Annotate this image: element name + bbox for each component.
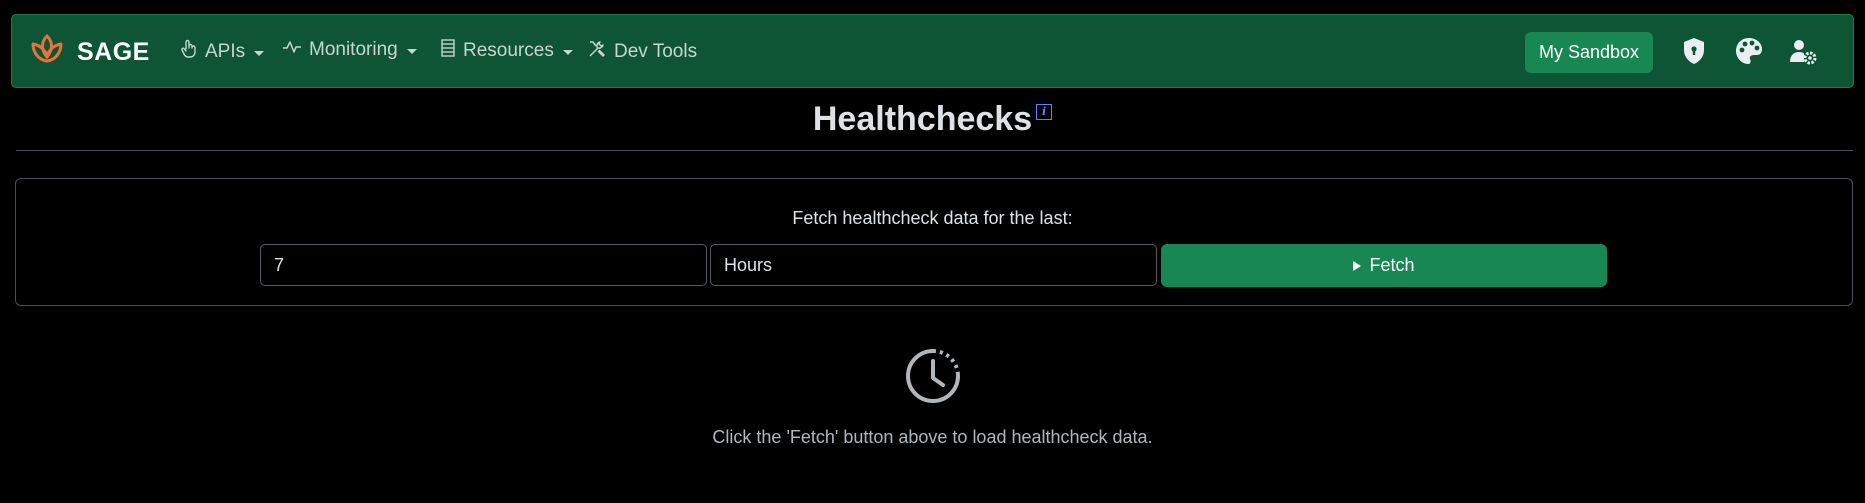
nav-item-apis[interactable]: APIs — [180, 39, 265, 65]
amount-input[interactable]: 7 — [260, 244, 707, 286]
activity-icon — [282, 39, 302, 61]
nav-item-monitoring[interactable]: Monitoring — [282, 39, 417, 61]
hand-pointer-icon — [180, 39, 198, 65]
info-icon[interactable]: i — [1036, 104, 1053, 120]
brand-name: SAGE — [77, 38, 150, 66]
empty-state-message: Click the 'Fetch' button above to load h… — [712, 427, 1153, 447]
unit-select[interactable]: Hours — [710, 244, 1157, 286]
tools-icon — [587, 39, 607, 65]
fetch-label: Fetch healthcheck data for the last: — [792, 208, 1073, 228]
chevron-down-icon — [406, 48, 417, 54]
nav-label: APIs — [205, 41, 246, 62]
nav-label: Dev Tools — [614, 41, 698, 62]
top-navbar: SAGE APIs Monitoring Resources Dev Tools… — [11, 14, 1854, 88]
my-sandbox-button[interactable]: My Sandbox — [1525, 32, 1653, 73]
nav-item-dev-tools[interactable]: Dev Tools — [587, 39, 697, 65]
list-icon — [440, 39, 456, 63]
chevron-down-icon — [562, 49, 573, 55]
nav-label: Resources — [463, 40, 554, 61]
clock-history-icon — [904, 347, 962, 405]
chevron-down-icon — [254, 50, 265, 56]
fetch-button-label: Fetch — [1369, 255, 1415, 275]
play-icon — [1353, 260, 1362, 271]
nav-item-resources[interactable]: Resources — [440, 39, 573, 63]
lotus-icon — [29, 33, 65, 72]
nav-label: Monitoring — [309, 39, 398, 60]
user-gear-icon[interactable] — [1786, 34, 1820, 68]
brand[interactable]: SAGE — [29, 33, 150, 72]
shield-lock-icon[interactable] — [1677, 34, 1711, 68]
title-divider — [16, 150, 1853, 151]
palette-icon[interactable] — [1732, 34, 1766, 68]
page-title: Healthchecks — [812, 100, 1033, 138]
page-title-row: Healthchecks i — [0, 100, 1865, 139]
fetch-button[interactable]: Fetch — [1161, 244, 1607, 287]
